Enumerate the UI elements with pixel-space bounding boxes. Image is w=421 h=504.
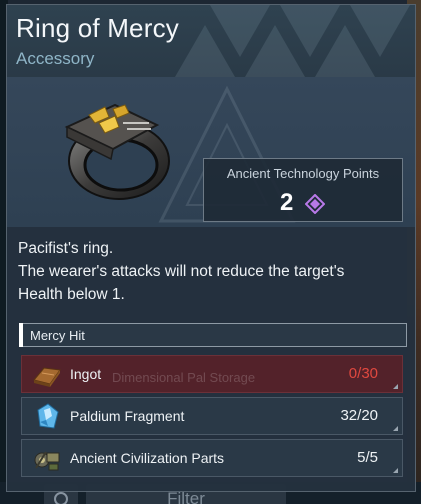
material-count: 32/20: [340, 407, 378, 424]
material-name: Ancient Civilization Parts: [70, 450, 225, 466]
passive-skill-tag: Mercy Hit: [19, 323, 407, 347]
material-count: 5/5: [357, 449, 378, 466]
item-description: Pacifist's ring. The wearer's attacks wi…: [18, 237, 410, 306]
ingot-icon: [33, 367, 61, 387]
description-line: Pacifist's ring.: [18, 240, 114, 257]
ring-icon: [64, 103, 170, 200]
material-row-paldium-fragment: Paldium Fragment 32/20: [21, 397, 403, 435]
corner-marker: [393, 468, 398, 473]
passive-skill-name: Mercy Hit: [30, 328, 85, 343]
material-row-ingot: Dimensional Pal Storage Ingot 0/30: [21, 355, 403, 393]
ancient-civilization-parts-icon: [34, 451, 60, 471]
description-line: Health below 1.: [18, 286, 125, 303]
tech-points-box: Ancient Technology Points 2: [203, 158, 403, 222]
tech-points-label: Ancient Technology Points: [226, 166, 380, 181]
corner-marker: [393, 426, 398, 431]
header-pattern: [175, 5, 410, 77]
material-name: Ingot: [70, 366, 102, 382]
material-row-ancient-civilization-parts: Ancient Civilization Parts 5/5: [21, 439, 403, 477]
tooltip-header: Ring of Mercy Accessory: [7, 5, 415, 78]
description-line: The wearer's attacks will not reduce the…: [18, 263, 345, 280]
corner-marker: [393, 384, 398, 389]
paldium-fragment-icon: [37, 403, 59, 429]
material-count: 0/30: [348, 365, 378, 382]
item-category: Accessory: [16, 49, 95, 68]
tech-points-value: 2: [280, 189, 294, 216]
background-storage-label: Dimensional Pal Storage: [112, 370, 256, 385]
material-name: Paldium Fragment: [70, 408, 185, 424]
item-tooltip: Ring of Mercy Accessory Ancient Technolo…: [6, 4, 416, 492]
item-name: Ring of Mercy: [16, 13, 179, 43]
ancient-tech-point-icon: [305, 194, 325, 214]
